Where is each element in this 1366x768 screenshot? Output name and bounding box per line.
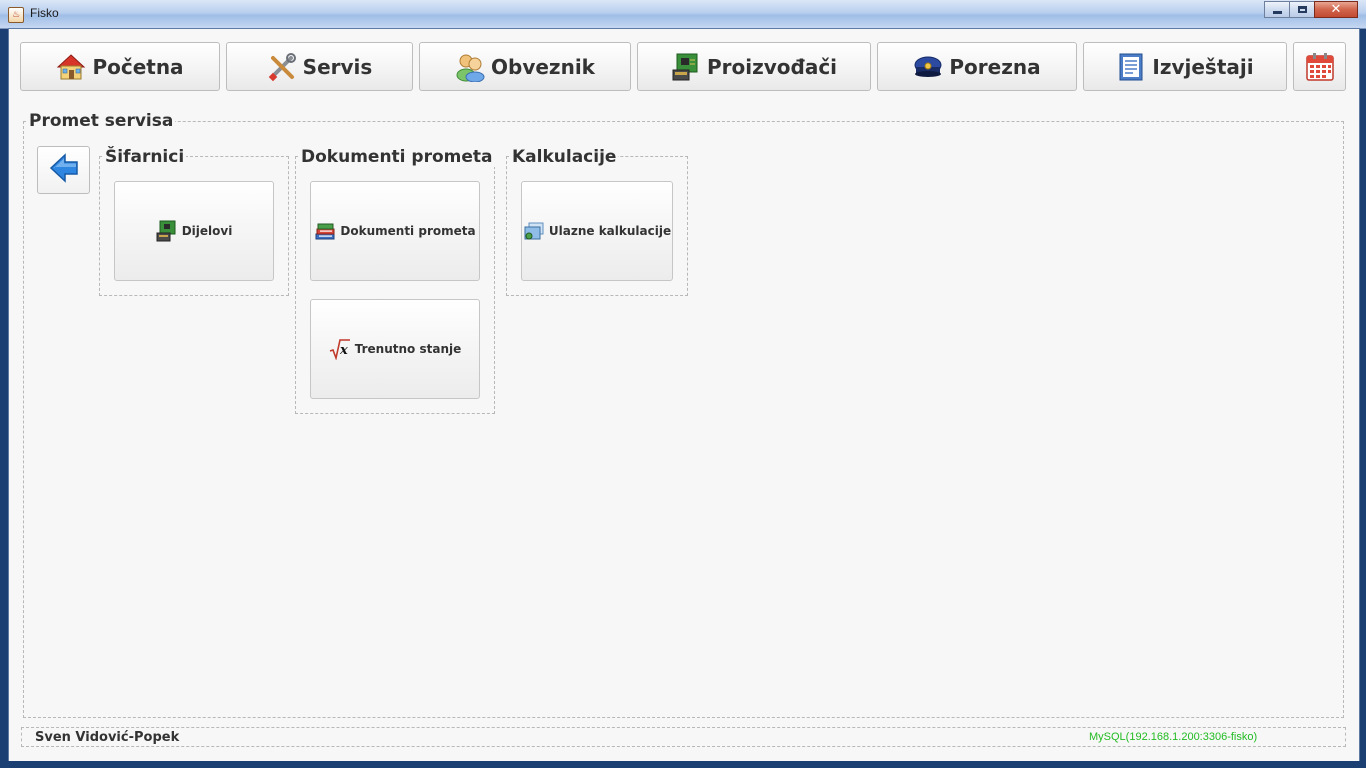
nav-servis-label: Servis bbox=[302, 54, 373, 79]
nav-servis-button[interactable]: Servis bbox=[226, 42, 413, 91]
books-icon bbox=[314, 220, 336, 242]
users-icon bbox=[455, 52, 485, 82]
nav-izvjestaji-button[interactable]: Izvještaji bbox=[1083, 42, 1287, 91]
nav-pocetna-button[interactable]: Početna bbox=[20, 42, 220, 91]
report-icon bbox=[1116, 52, 1146, 82]
window-controls: ✕ bbox=[1264, 1, 1358, 19]
minimize-button[interactable] bbox=[1264, 1, 1290, 18]
maximize-button[interactable] bbox=[1289, 1, 1315, 18]
parts-icon bbox=[156, 220, 178, 242]
circuit-board-icon bbox=[671, 52, 701, 82]
folders-icon bbox=[523, 220, 545, 242]
status-db-connection: MySQL(192.168.1.200:3306-fisko) bbox=[1089, 731, 1258, 743]
nav-porezna-label: Porezna bbox=[949, 54, 1041, 79]
close-icon: ✕ bbox=[1330, 2, 1342, 17]
maximize-icon bbox=[1297, 6, 1307, 13]
trenutno-stanje-label: Trenutno stanje bbox=[354, 342, 462, 356]
nav-proizvodaci-button[interactable]: Proizvođači bbox=[637, 42, 871, 91]
svg-text:x: x bbox=[339, 343, 348, 358]
status-user: Sven Vidović-Popek bbox=[35, 730, 180, 745]
police-cap-icon bbox=[913, 52, 943, 82]
dokumenti-prometa-label: Dokumenti prometa bbox=[340, 224, 476, 238]
nav-porezna-button[interactable]: Porezna bbox=[877, 42, 1077, 91]
trenutno-stanje-tile[interactable]: x Trenutno stanje bbox=[310, 299, 480, 399]
tools-icon bbox=[267, 52, 297, 82]
dijelovi-label: Dijelovi bbox=[181, 224, 233, 238]
promet-servisa-title: Promet servisa bbox=[27, 111, 176, 131]
dijelovi-tile[interactable]: Dijelovi bbox=[114, 181, 274, 281]
minimize-icon bbox=[1272, 11, 1282, 14]
calendar-button[interactable] bbox=[1293, 42, 1346, 91]
close-button[interactable]: ✕ bbox=[1314, 1, 1358, 18]
ulazne-kalkulacije-label: Ulazne kalkulacije bbox=[548, 224, 672, 238]
back-button[interactable] bbox=[37, 146, 90, 194]
window-title: Fisko bbox=[30, 6, 59, 20]
sqrt-x-icon: x bbox=[329, 338, 351, 361]
window-titlebar[interactable]: ♨ Fisko ✕ bbox=[0, 0, 1366, 29]
dokumenti-prometa-tile[interactable]: Dokumenti prometa bbox=[310, 181, 480, 281]
nav-obveznik-label: Obveznik bbox=[491, 54, 595, 79]
home-icon bbox=[56, 52, 86, 82]
sifarnici-title: Šifarnici bbox=[103, 147, 187, 167]
nav-izvjestaji-label: Izvještaji bbox=[1152, 54, 1254, 79]
java-app-icon: ♨ bbox=[8, 7, 24, 23]
ulazne-kalkulacije-tile[interactable]: Ulazne kalkulacije bbox=[521, 181, 673, 281]
calendar-icon bbox=[1305, 52, 1335, 82]
window-bottom-border bbox=[0, 761, 1366, 768]
status-bar: Sven Vidović-Popek MySQL(192.168.1.200:3… bbox=[21, 727, 1346, 747]
nav-pocetna-label: Početna bbox=[92, 54, 184, 79]
arrow-left-icon bbox=[48, 152, 80, 188]
app-client-area: Početna Servis Obveznik Proizvođači Pore… bbox=[8, 28, 1360, 763]
kalkulacije-title: Kalkulacije bbox=[510, 147, 619, 167]
nav-obveznik-button[interactable]: Obveznik bbox=[419, 42, 631, 91]
nav-proizvodaci-label: Proizvođači bbox=[706, 54, 838, 79]
dokumenti-prometa-title: Dokumenti prometa bbox=[299, 147, 495, 167]
